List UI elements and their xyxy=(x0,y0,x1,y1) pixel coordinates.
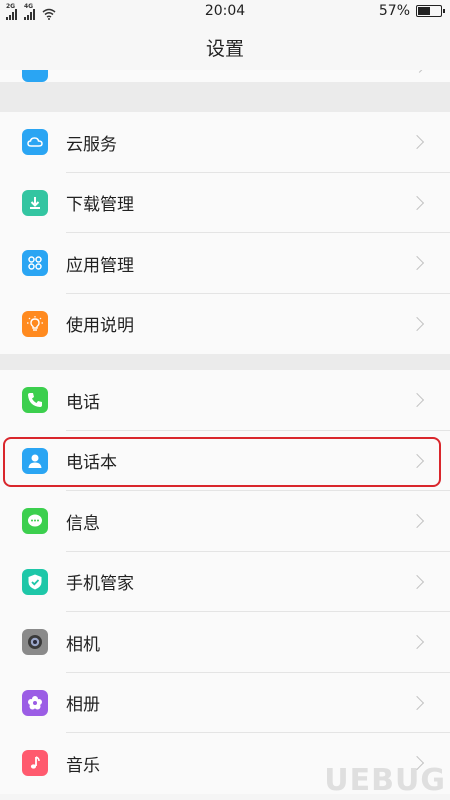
settings-item-label: 相册 xyxy=(66,695,100,716)
partial-item-icon xyxy=(22,70,48,82)
settings-item-phone[interactable]: 电话 xyxy=(0,370,450,431)
chevron-right-icon xyxy=(409,393,425,408)
battery-icon xyxy=(416,5,445,17)
chevron-right-icon xyxy=(409,514,425,529)
cloud-icon xyxy=(22,129,48,156)
chevron-right-icon xyxy=(409,695,425,710)
settings-item-label: 电话 xyxy=(66,392,100,413)
photos-icon xyxy=(22,689,48,716)
download-icon xyxy=(22,189,48,216)
camera-icon xyxy=(22,629,48,656)
watermark: UEBUG xyxy=(324,763,446,798)
battery-status: 57% xyxy=(378,3,445,19)
shield-icon xyxy=(22,568,48,595)
apps-icon xyxy=(22,250,48,277)
settings-item-shield[interactable]: 手机管家 xyxy=(0,552,450,613)
status-bar: 2G 4G 20:04 57% xyxy=(0,0,450,24)
chevron-right-icon xyxy=(409,574,425,589)
chevron-right-icon xyxy=(409,256,425,271)
chevron-right-icon xyxy=(409,316,425,331)
phone-icon xyxy=(22,387,48,414)
chevron-right-icon xyxy=(413,70,426,73)
message-icon xyxy=(22,508,48,535)
settings-item-label: 下载管理 xyxy=(66,195,134,216)
chevron-right-icon xyxy=(409,195,425,210)
settings-item-contacts[interactable]: 电话本 xyxy=(0,431,450,492)
chevron-right-icon xyxy=(409,453,425,468)
settings-item-label: 手机管家 xyxy=(66,574,134,595)
contacts-icon xyxy=(22,447,48,474)
settings-item-cloud[interactable]: 云服务 xyxy=(0,112,450,173)
page-title: 设置 xyxy=(205,38,244,60)
settings-item-download[interactable]: 下载管理 xyxy=(0,173,450,234)
section-divider xyxy=(0,82,450,112)
settings-group-1: 云服务下载管理应用管理使用说明 xyxy=(0,112,450,354)
settings-item-label: 电话本 xyxy=(66,453,117,474)
settings-item-message[interactable]: 信息 xyxy=(0,491,450,552)
battery-percent: 57% xyxy=(378,3,410,19)
settings-item-label: 信息 xyxy=(66,513,100,534)
settings-item-label: 相机 xyxy=(66,634,100,655)
settings-group-2: 电话电话本信息手机管家相机相册音乐 xyxy=(0,370,450,794)
music-icon xyxy=(22,750,48,777)
settings-item-label: 音乐 xyxy=(66,755,100,776)
settings-item-apps[interactable]: 应用管理 xyxy=(0,233,450,294)
lightbulb-icon xyxy=(22,310,48,337)
chevron-right-icon xyxy=(409,135,425,150)
chevron-right-icon xyxy=(409,635,425,650)
settings-item-label: 使用说明 xyxy=(66,316,134,337)
partial-list-item[interactable] xyxy=(0,70,450,82)
settings-item-photos[interactable]: 相册 xyxy=(0,673,450,734)
settings-item-lightbulb[interactable]: 使用说明 xyxy=(0,294,450,355)
settings-item-label: 云服务 xyxy=(66,134,117,155)
section-divider xyxy=(0,354,450,370)
settings-item-label: 应用管理 xyxy=(66,255,134,276)
title-bar: 设置 xyxy=(0,24,450,70)
settings-item-camera[interactable]: 相机 xyxy=(0,612,450,673)
